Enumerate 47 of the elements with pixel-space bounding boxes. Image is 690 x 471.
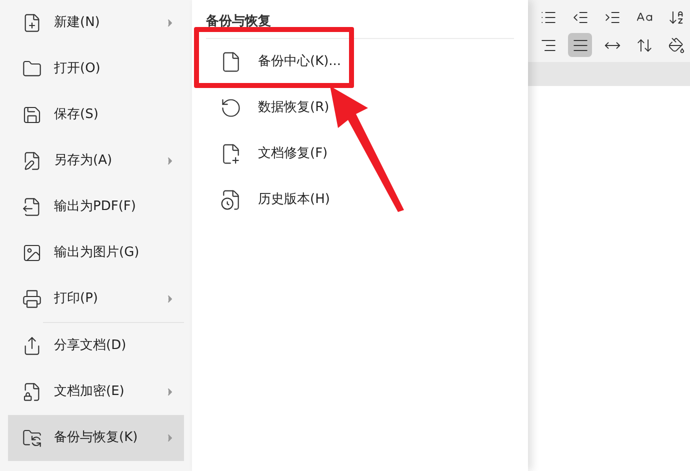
line-spacing-icon: [636, 36, 652, 54]
menu-label: 输出为图片(G): [54, 244, 140, 262]
file-plus-icon: [220, 142, 242, 164]
submenu-label: 备份中心(K)...: [258, 52, 342, 71]
folder-icon: [22, 59, 42, 79]
submenu-item[interactable]: 数据恢复(R): [206, 84, 514, 130]
file-icon: [220, 50, 242, 72]
menu-item[interactable]: 新建(N): [8, 0, 184, 46]
menu-item[interactable]: 打开(O): [8, 46, 184, 92]
save-icon: [22, 105, 42, 125]
new-file-icon: [22, 13, 42, 33]
menu-item[interactable]: 保存(S): [8, 92, 184, 138]
sort-icon: [668, 8, 684, 26]
printer-icon: [22, 289, 42, 309]
toolbar-button[interactable]: [568, 33, 592, 57]
file-export-icon: [22, 197, 42, 217]
menu-item[interactable]: 备份与恢复(K): [8, 415, 184, 461]
menu-item[interactable]: 打印(P): [8, 276, 184, 322]
menu-label: 打印(P): [54, 290, 99, 308]
submenu-item[interactable]: 文档修复(F): [206, 130, 514, 176]
menu-item[interactable]: 输出为图片(G): [8, 230, 184, 276]
menu-item[interactable]: 分享文档(D): [8, 323, 184, 369]
submenu-label: 数据恢复(R): [258, 98, 330, 117]
menu-label: 保存(S): [54, 106, 100, 124]
submenu-title: 备份与恢复: [206, 0, 514, 38]
folder-restore-icon: [22, 428, 42, 448]
menu-item[interactable]: 输出为PDF(F): [8, 184, 184, 230]
menu-label: 备份与恢复(K): [54, 429, 139, 448]
restore-icon: [220, 96, 242, 118]
submenu-item[interactable]: 备份中心(K)...: [206, 38, 514, 84]
menu-item[interactable]: 另存为(A): [8, 138, 184, 184]
menu-label: 另存为(A): [54, 152, 114, 170]
share-icon: [22, 336, 42, 356]
menu-label: 新建(N): [54, 14, 101, 32]
menu-label: 分享文档(D): [54, 337, 128, 356]
file-clock-icon: [220, 188, 242, 210]
submenu-label: 历史版本(H): [258, 190, 330, 209]
file-lock-icon: [22, 382, 42, 402]
submenu-item[interactable]: 历史版本(H): [206, 176, 514, 222]
menu-item[interactable]: 文档加密(E): [8, 369, 184, 415]
shading-icon: [668, 36, 684, 54]
submenu-label: 文档修复(F): [258, 144, 328, 163]
menu-label: 打开(O): [54, 60, 102, 78]
image-icon: [22, 243, 42, 263]
file-pen-icon: [22, 151, 42, 171]
menu-label: 文档加密(E): [54, 383, 126, 402]
menu-label: 输出为PDF(F): [54, 198, 137, 216]
